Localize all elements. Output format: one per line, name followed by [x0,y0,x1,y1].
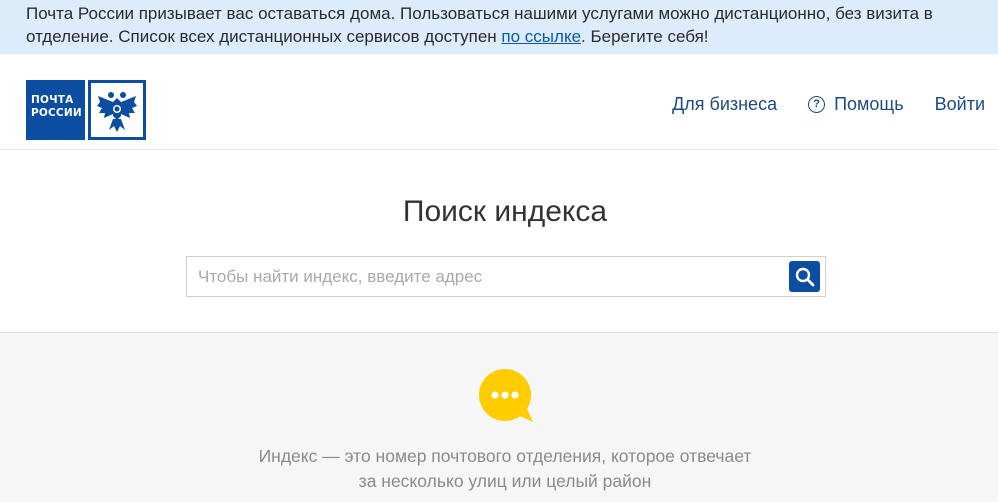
pochta-logo[interactable]: ПОЧТА РОССИИ [26,80,146,140]
question-circle-icon: ? [808,96,826,113]
index-info-section: Индекс — это номер почтового отделения, … [0,333,998,502]
index-description: Индекс — это номер почтового отделения, … [0,444,998,494]
logo-line-2: РОССИИ [31,107,82,119]
index-description-line-2: за несколько улиц или целый район [358,471,652,491]
logo-wordmark: ПОЧТА РОССИИ [26,80,85,140]
search-button[interactable] [789,261,820,292]
search-box [186,256,826,297]
search-icon [795,267,814,286]
chat-bubble-icon [478,369,534,430]
header-nav: Для бизнеса ? Помощь Войти [641,94,985,115]
banner-text-after: . Берегите себя! [581,27,709,46]
nav-login-label: Войти [934,94,985,114]
nav-business-label: Для бизнеса [672,94,778,114]
banner-link[interactable]: по ссылке [501,27,581,46]
index-description-line-1: Индекс — это номер почтового отделения, … [258,446,752,466]
nav-help-link[interactable]: ? Помощь [808,94,904,115]
nav-login-link[interactable]: Войти [935,94,985,115]
nav-business-link[interactable]: Для бизнеса [672,94,777,115]
site-header: ПОЧТА РОССИИ Для бизнеса ? Помощь Войти [0,54,998,150]
covid-notice-banner: Почта России призывает вас оставаться до… [0,0,998,54]
address-search-input[interactable] [187,257,787,296]
logo-line-1: ПОЧТА [31,94,74,106]
banner-text-before: Почта России призывает вас оставаться до… [26,4,933,46]
page-title: Поиск индекса [402,195,608,228]
eagle-emblem-icon [88,80,146,140]
nav-help-label: Помощь [834,94,904,114]
index-search-section: Поиск индекса [0,150,998,333]
